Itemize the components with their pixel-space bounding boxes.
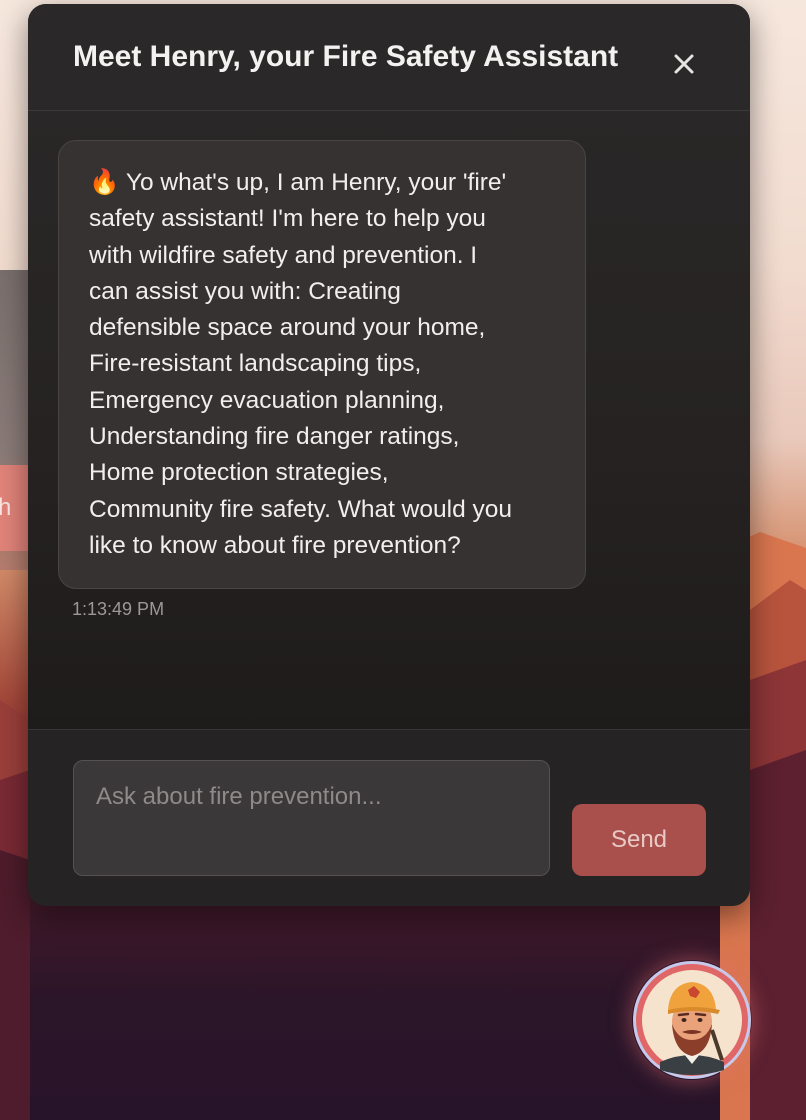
message-line: with wildfire safety and prevention. I	[89, 241, 478, 269]
message-line: can assist you with: Creating	[89, 277, 401, 305]
chat-header: Meet Henry, your Fire Safety Assistant	[28, 4, 750, 111]
message-input[interactable]	[73, 760, 550, 876]
henry-avatar-icon	[633, 961, 751, 1079]
message-text: Yo what's up, I am Henry, your 'fire'	[125, 169, 507, 196]
message-line: Home protection strategies,	[89, 459, 389, 487]
message-line: defensible space around your home,	[89, 314, 486, 342]
close-icon	[674, 54, 694, 74]
fire-emoji-icon: 🔥	[89, 169, 120, 196]
message-line: safety assistant! I'm here to help you	[89, 205, 486, 233]
assistant-launcher-button[interactable]	[632, 960, 752, 1080]
message-line: Fire-resistant landscaping tips,	[89, 350, 422, 378]
message-line: like to know about fire prevention?	[89, 531, 461, 559]
chat-panel: Meet Henry, your Fire Safety Assistant 🔥…	[28, 4, 750, 906]
message-line: Community fire safety. What would you	[89, 495, 513, 523]
message-composer: Send	[28, 729, 750, 906]
chat-title: Meet Henry, your Fire Safety Assistant	[73, 40, 619, 73]
message-line: Emergency evacuation planning,	[89, 386, 445, 414]
assistant-message-bubble: 🔥 Yo what's up, I am Henry, your 'fire' …	[58, 140, 586, 590]
send-button[interactable]: Send	[572, 804, 706, 876]
background-partial-button-label: ch	[0, 494, 12, 521]
message-list[interactable]: 🔥 Yo what's up, I am Henry, your 'fire' …	[28, 111, 750, 729]
message-line: 🔥 Yo what's up, I am Henry, your 'fire'	[89, 165, 559, 201]
close-button[interactable]	[662, 42, 706, 86]
message-timestamp: 1:13:49 PM	[72, 599, 165, 619]
message-line: Understanding fire danger ratings,	[89, 423, 460, 451]
